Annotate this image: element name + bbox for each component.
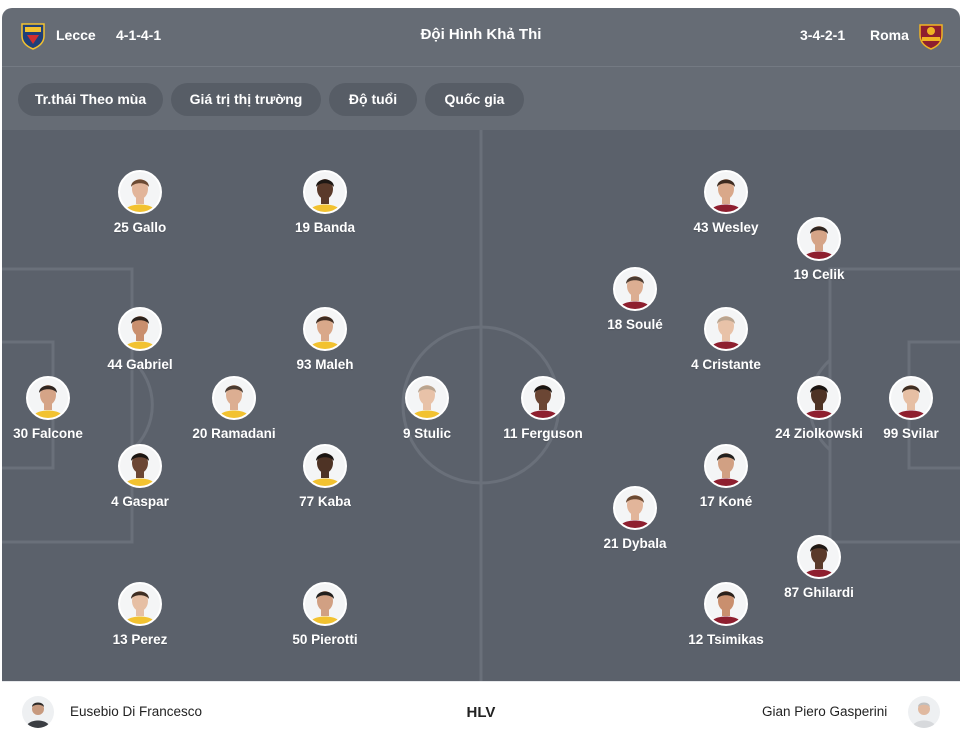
home-player[interactable]: 30 Falcone: [2, 376, 133, 441]
home-player[interactable]: 4 Gaspar: [55, 444, 225, 509]
player-name[interactable]: 25 Gallo: [55, 220, 225, 235]
player-avatar-icon[interactable]: [797, 217, 841, 261]
player-name[interactable]: 44 Gabriel: [55, 357, 225, 372]
pitch: 25 Gallo 19 Banda 44 Gabriel 93 Maleh 30 Fal…: [2, 130, 960, 681]
home-player[interactable]: 13 Perez: [55, 582, 225, 647]
player-name[interactable]: 20 Ramadani: [149, 426, 319, 441]
player-name[interactable]: 13 Perez: [55, 632, 225, 647]
filter-nationality[interactable]: Quốc gia: [425, 83, 524, 116]
home-player[interactable]: 25 Gallo: [55, 170, 225, 235]
lineup-header: Lecce 4-1-4-1 Đội Hình Khả Thi 3-4-2-1 R…: [2, 8, 960, 66]
player-avatar-icon[interactable]: [889, 376, 933, 420]
away-coach-name[interactable]: Gian Piero Gasperini: [762, 682, 887, 742]
player-avatar-icon[interactable]: [118, 307, 162, 351]
home-player[interactable]: 77 Kaba: [240, 444, 410, 509]
filter-season-status[interactable]: Tr.thái Theo mùa: [18, 83, 163, 116]
player-avatar-icon[interactable]: [405, 376, 449, 420]
away-player[interactable]: 99 Svilar: [826, 376, 960, 441]
player-avatar-icon[interactable]: [118, 582, 162, 626]
lineup-card: Lecce 4-1-4-1 Đội Hình Khả Thi 3-4-2-1 R…: [0, 0, 962, 742]
player-avatar-icon[interactable]: [303, 444, 347, 488]
player-avatar-icon[interactable]: [613, 486, 657, 530]
player-name[interactable]: 50 Pierotti: [240, 632, 410, 647]
player-name[interactable]: 19 Celik: [734, 267, 904, 282]
player-name[interactable]: 21 Dybala: [550, 536, 720, 551]
player-name[interactable]: 11 Ferguson: [458, 426, 628, 441]
away-formation: 3-4-2-1: [800, 27, 846, 43]
player-avatar-icon[interactable]: [521, 376, 565, 420]
coaches-bar: Eusebio Di Francesco HLV Gian Piero Gasp…: [2, 681, 960, 742]
player-avatar-icon[interactable]: [704, 444, 748, 488]
player-avatar-icon[interactable]: [704, 307, 748, 351]
home-player[interactable]: 19 Banda: [240, 170, 410, 235]
away-player[interactable]: 12 Tsimikas: [641, 582, 811, 647]
away-player[interactable]: 19 Celik: [734, 217, 904, 282]
player-name[interactable]: 93 Maleh: [240, 357, 410, 372]
player-name[interactable]: 4 Cristante: [641, 357, 811, 372]
filter-age[interactable]: Độ tuổi: [329, 83, 417, 116]
home-player[interactable]: 93 Maleh: [240, 307, 410, 372]
player-avatar-icon[interactable]: [303, 170, 347, 214]
player-avatar-icon[interactable]: [26, 376, 70, 420]
player-name[interactable]: 19 Banda: [240, 220, 410, 235]
player-avatar-icon[interactable]: [303, 307, 347, 351]
player-avatar-icon[interactable]: [118, 444, 162, 488]
coach-avatar-icon[interactable]: [908, 696, 940, 728]
player-avatar-icon[interactable]: [704, 170, 748, 214]
player-avatar-icon[interactable]: [797, 535, 841, 579]
home-player[interactable]: 20 Ramadani: [149, 376, 319, 441]
home-player[interactable]: 44 Gabriel: [55, 307, 225, 372]
home-player[interactable]: 50 Pierotti: [240, 582, 410, 647]
roma-crest-icon[interactable]: [918, 22, 944, 50]
player-avatar-icon[interactable]: [613, 267, 657, 311]
player-name[interactable]: 77 Kaba: [240, 494, 410, 509]
away-player[interactable]: 21 Dybala: [550, 486, 720, 551]
filter-bar: Tr.thái Theo mùa Giá trị thị trường Độ t…: [2, 66, 960, 130]
player-name[interactable]: 4 Gaspar: [55, 494, 225, 509]
player-avatar-icon[interactable]: [303, 582, 347, 626]
away-team-name[interactable]: Roma: [870, 8, 909, 62]
player-avatar-icon[interactable]: [118, 170, 162, 214]
player-avatar-icon[interactable]: [704, 582, 748, 626]
player-name[interactable]: 12 Tsimikas: [641, 632, 811, 647]
player-name[interactable]: 99 Svilar: [826, 426, 960, 441]
away-player[interactable]: 11 Ferguson: [458, 376, 628, 441]
player-avatar-icon[interactable]: [212, 376, 256, 420]
filter-market-value[interactable]: Giá trị thị trường: [171, 83, 321, 116]
player-name[interactable]: 30 Falcone: [2, 426, 133, 441]
away-player[interactable]: 4 Cristante: [641, 307, 811, 372]
